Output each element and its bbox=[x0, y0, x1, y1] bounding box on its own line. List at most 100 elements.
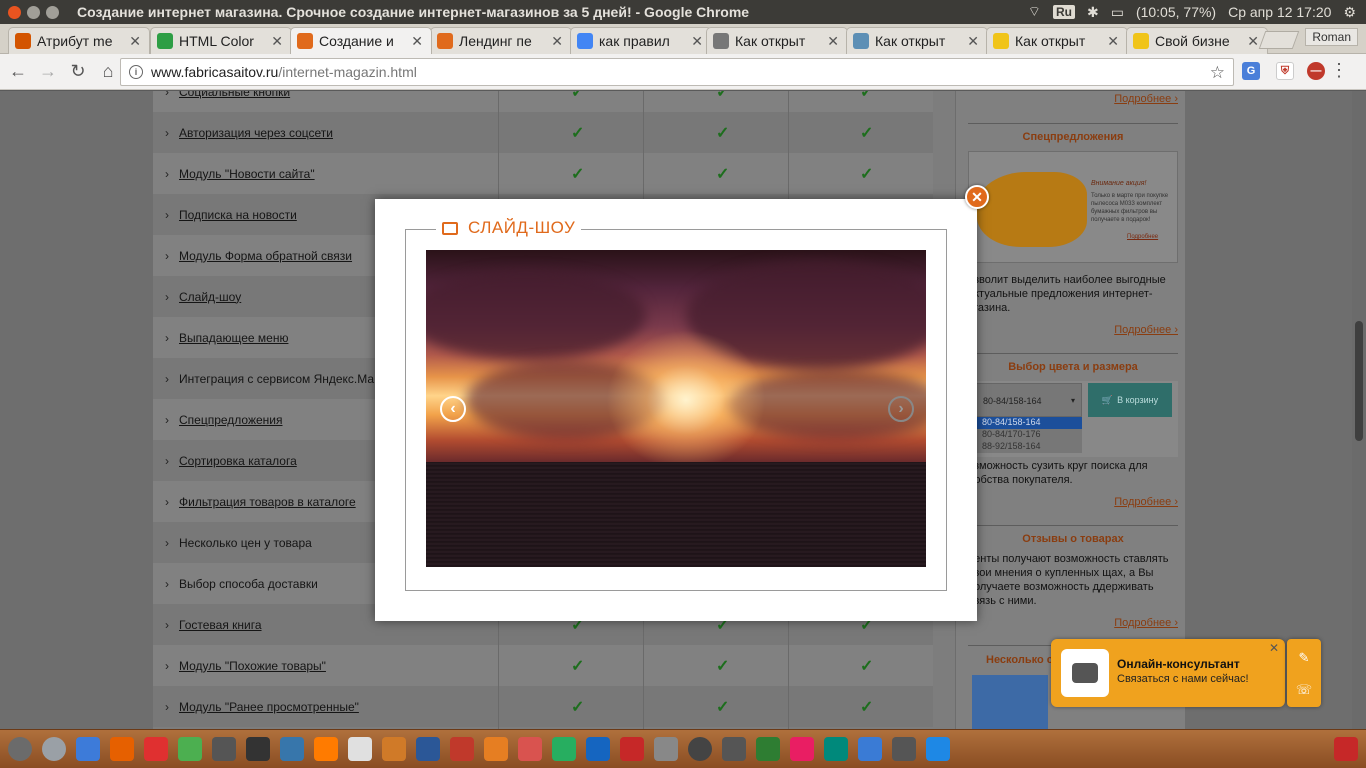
product-thumbnails[interactable] bbox=[972, 675, 1048, 729]
phone-icon[interactable]: ☏ bbox=[1295, 681, 1313, 699]
gimp-icon[interactable] bbox=[314, 737, 338, 761]
feature-label[interactable]: Выпадающее меню bbox=[179, 331, 288, 345]
close-icon[interactable] bbox=[858, 737, 882, 761]
close-tab-icon[interactable]: ✕ bbox=[691, 33, 703, 50]
tab-5[interactable]: как правил ✕ bbox=[570, 27, 712, 54]
feature-label[interactable]: Авторизация через соцсети bbox=[179, 126, 333, 140]
page-scrollbar[interactable] bbox=[1352, 91, 1366, 729]
slideshow-prev-button[interactable]: ‹ bbox=[440, 396, 466, 422]
size-option[interactable]: 80-84/158-164 bbox=[972, 417, 1082, 429]
feature-label[interactable]: Модуль Форма обратной связи bbox=[179, 249, 352, 263]
firefox-icon[interactable] bbox=[110, 737, 134, 761]
size-option[interactable]: 80-84/170-176 bbox=[972, 429, 1082, 441]
blender-icon[interactable] bbox=[382, 737, 406, 761]
info-icon[interactable]: i bbox=[129, 65, 143, 79]
more-link[interactable]: Подробнее › bbox=[968, 93, 1178, 105]
address-bar[interactable]: i www.fabricasaitov.ru/internet-magazin.… bbox=[120, 58, 1234, 86]
settings-gear-icon[interactable]: ⚙ bbox=[1343, 4, 1356, 21]
bookmark-star-icon[interactable]: ☆ bbox=[1210, 63, 1225, 83]
profile-button[interactable]: Roman bbox=[1305, 28, 1358, 46]
maximize-window-button[interactable] bbox=[46, 5, 59, 19]
chrome-icon[interactable] bbox=[178, 737, 202, 761]
code-editor-icon[interactable] bbox=[416, 737, 440, 761]
settings-icon[interactable] bbox=[688, 737, 712, 761]
filezilla-icon[interactable] bbox=[450, 737, 474, 761]
tab-8[interactable]: Как открыт ✕ bbox=[986, 27, 1128, 54]
tab-3[interactable]: Создание и ✕ bbox=[290, 27, 432, 54]
blender-icon[interactable] bbox=[484, 737, 508, 761]
tab-1[interactable]: Атрибут me ✕ bbox=[8, 27, 150, 54]
disk-icon[interactable] bbox=[42, 737, 66, 761]
tab-9[interactable]: Свой бизне ✕ bbox=[1126, 27, 1268, 54]
presentation-icon[interactable] bbox=[620, 737, 644, 761]
adblock-stop-icon[interactable]: — bbox=[1307, 62, 1325, 80]
online-consultant-widget[interactable]: Онлайн-консультант Связаться с нами сейч… bbox=[1051, 639, 1285, 707]
feature-label[interactable]: Модуль "Похожие товары" bbox=[179, 659, 326, 673]
close-tab-icon[interactable]: ✕ bbox=[129, 33, 141, 50]
close-window-button[interactable] bbox=[8, 5, 21, 19]
tab-6[interactable]: Как открыт ✕ bbox=[706, 27, 848, 54]
promo-more-link[interactable]: Подробнее bbox=[1127, 234, 1158, 240]
calc-icon[interactable] bbox=[552, 737, 576, 761]
size-select[interactable]: 80-84/158-164 ▾ bbox=[972, 383, 1082, 417]
minimize-window-button[interactable] bbox=[27, 5, 40, 19]
home-icon[interactable]: ⌂ bbox=[96, 60, 120, 84]
close-tab-icon[interactable]: ✕ bbox=[827, 33, 839, 50]
feature-label[interactable]: Сортировка каталога bbox=[179, 454, 297, 468]
folder-icon[interactable] bbox=[824, 737, 848, 761]
consultant-close-icon[interactable]: ✕ bbox=[1269, 641, 1279, 655]
close-tab-icon[interactable]: ✕ bbox=[271, 33, 283, 50]
back-arrow-icon[interactable]: ← bbox=[6, 60, 30, 84]
feature-label[interactable]: Спецпредложения bbox=[179, 413, 283, 427]
add-to-cart-button[interactable]: 🛒 В корзину bbox=[1088, 383, 1172, 417]
battery-status[interactable]: (10:05, 77%) bbox=[1136, 4, 1216, 20]
shield-extension-icon[interactable]: ⛨ bbox=[1276, 62, 1294, 80]
tab-4[interactable]: Лендинг пе ✕ bbox=[430, 27, 572, 54]
upload-icon[interactable] bbox=[926, 737, 950, 761]
feature-label[interactable]: Модуль "Новости сайта" bbox=[179, 167, 315, 181]
translate-extension-icon[interactable]: G bbox=[1242, 62, 1260, 80]
wifi-icon[interactable]: ⌔ bbox=[1028, 3, 1041, 21]
docs-icon[interactable] bbox=[586, 737, 610, 761]
feature-label[interactable]: Слайд-шоу bbox=[179, 290, 241, 304]
terminal-icon[interactable] bbox=[246, 737, 270, 761]
keyboard-layout-indicator[interactable]: Ru bbox=[1052, 5, 1075, 19]
forward-arrow-icon[interactable]: → bbox=[36, 60, 60, 84]
calculator-icon[interactable] bbox=[654, 737, 678, 761]
close-tab-icon[interactable]: ✕ bbox=[411, 33, 423, 50]
size-option[interactable]: 88-92/158-164 bbox=[972, 441, 1082, 453]
diagram-icon[interactable] bbox=[518, 737, 542, 761]
edit-note-icon[interactable]: ✎ bbox=[1295, 649, 1313, 667]
finder-icon[interactable] bbox=[76, 737, 100, 761]
bluetooth-icon[interactable]: ✱ bbox=[1087, 4, 1099, 21]
feature-label[interactable]: Фильтрация товаров в каталоге bbox=[179, 495, 356, 509]
modal-close-button[interactable]: ✕ bbox=[965, 185, 989, 209]
more-link[interactable]: Подробнее › bbox=[968, 617, 1178, 629]
opera-icon[interactable] bbox=[144, 737, 168, 761]
menu-dots-icon[interactable]: ⋮ bbox=[1330, 60, 1348, 81]
close-tab-icon[interactable]: ✕ bbox=[967, 33, 979, 50]
close-tab-icon[interactable]: ✕ bbox=[1107, 33, 1119, 50]
new-tab-button[interactable] bbox=[1258, 31, 1300, 49]
battery-icon[interactable]: ▭ bbox=[1111, 4, 1124, 21]
python-icon[interactable] bbox=[280, 737, 304, 761]
clock[interactable]: Ср апр 12 17:20 bbox=[1228, 4, 1331, 20]
more-link[interactable]: Подробнее › bbox=[968, 324, 1178, 336]
bug-icon[interactable] bbox=[756, 737, 780, 761]
trash-icon[interactable] bbox=[1334, 737, 1358, 761]
reload-icon[interactable]: ↻ bbox=[66, 60, 90, 84]
download-icon[interactable] bbox=[892, 737, 916, 761]
feature-label[interactable]: Гостевая книга bbox=[179, 618, 262, 632]
tab-7[interactable]: Как открыт ✕ bbox=[846, 27, 988, 54]
mail-icon[interactable] bbox=[722, 737, 746, 761]
photos-icon[interactable] bbox=[790, 737, 814, 761]
tab-2[interactable]: HTML Color ✕ bbox=[150, 27, 292, 54]
more-link[interactable]: Подробнее › bbox=[968, 496, 1178, 508]
archive-icon[interactable] bbox=[212, 737, 236, 761]
feature-label[interactable]: Подписка на новости bbox=[179, 208, 297, 222]
close-tab-icon[interactable]: ✕ bbox=[551, 33, 563, 50]
writer-icon[interactable] bbox=[348, 737, 372, 761]
launcher-icon[interactable] bbox=[8, 737, 32, 761]
feature-label[interactable]: Модуль "Ранее просмотренные" bbox=[179, 700, 359, 714]
scroll-thumb[interactable] bbox=[1355, 321, 1363, 441]
